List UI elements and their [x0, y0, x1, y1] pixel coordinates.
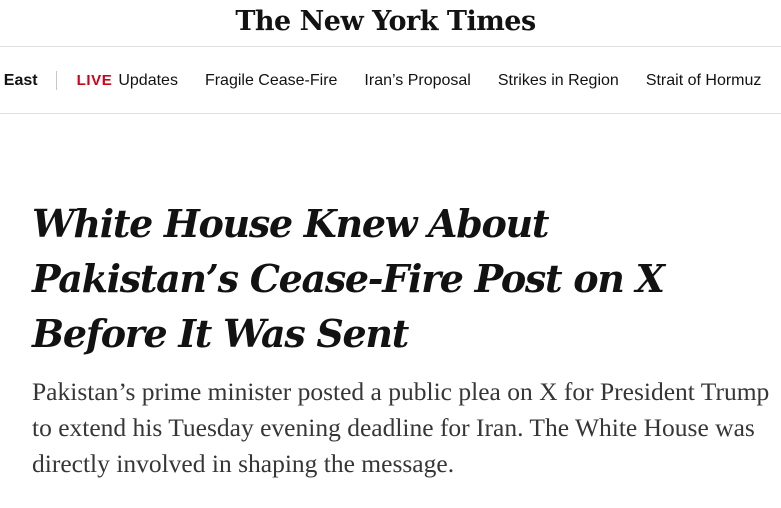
section-label[interactable]: le East	[0, 72, 56, 90]
section-subnav: le East LIVE Updates Fragile Cease-Fire I…	[0, 47, 781, 114]
live-updates-label: Updates	[118, 71, 178, 89]
subnav-item-irans-proposal[interactable]: Iran’s Proposal	[364, 72, 470, 90]
subnav-track: le East LIVE Updates Fragile Cease-Fire I…	[0, 47, 781, 113]
subnav-item-strait-of-hormuz[interactable]: Strait of Hormuz	[646, 72, 762, 90]
masthead: The New York Times	[0, 0, 781, 47]
article-header: White House Knew About Pakistan’s Cease-…	[0, 196, 781, 482]
article-headline: White House Knew About Pakistan’s Cease-…	[32, 201, 665, 356]
nyt-logo[interactable]: The New York Times	[235, 6, 536, 37]
subnav-item-fragile-cease-fire[interactable]: Fragile Cease-Fire	[205, 72, 337, 90]
article-summary: Pakistan’s prime minister posted a publi…	[32, 377, 770, 478]
subnav-divider	[55, 71, 57, 90]
subnav-item-strikes-in-region[interactable]: Strikes in Region	[498, 72, 619, 90]
subnav-item-live-updates[interactable]: LIVE Updates	[77, 72, 178, 90]
live-badge: LIVE	[76, 71, 113, 89]
